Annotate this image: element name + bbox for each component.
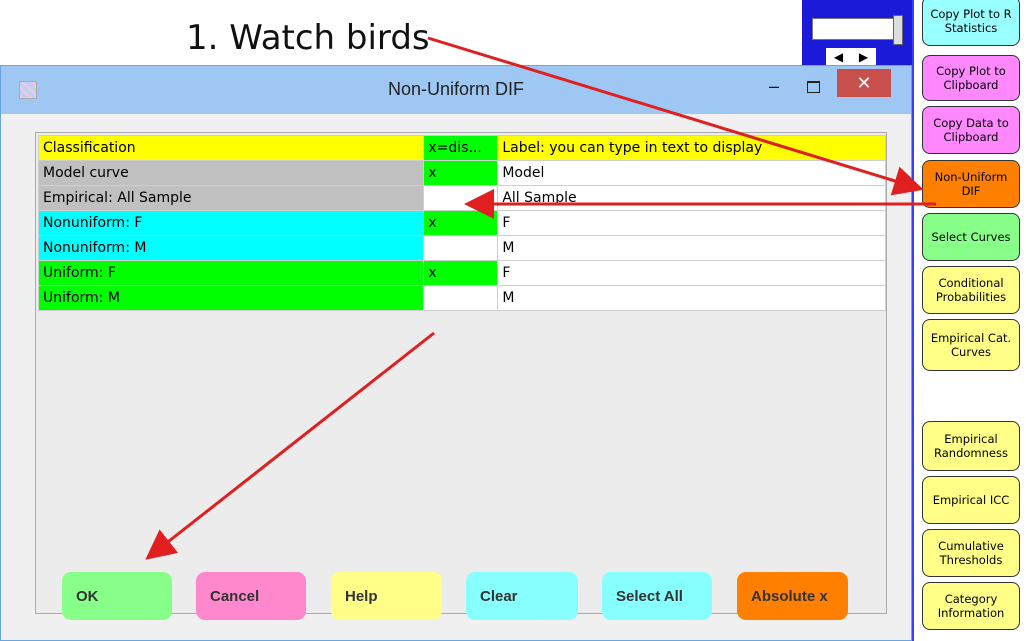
arrow-to-ok-button — [145, 331, 435, 560]
annotation-arrows — [145, 36, 936, 560]
arrow-to-dif-button — [427, 36, 924, 196]
